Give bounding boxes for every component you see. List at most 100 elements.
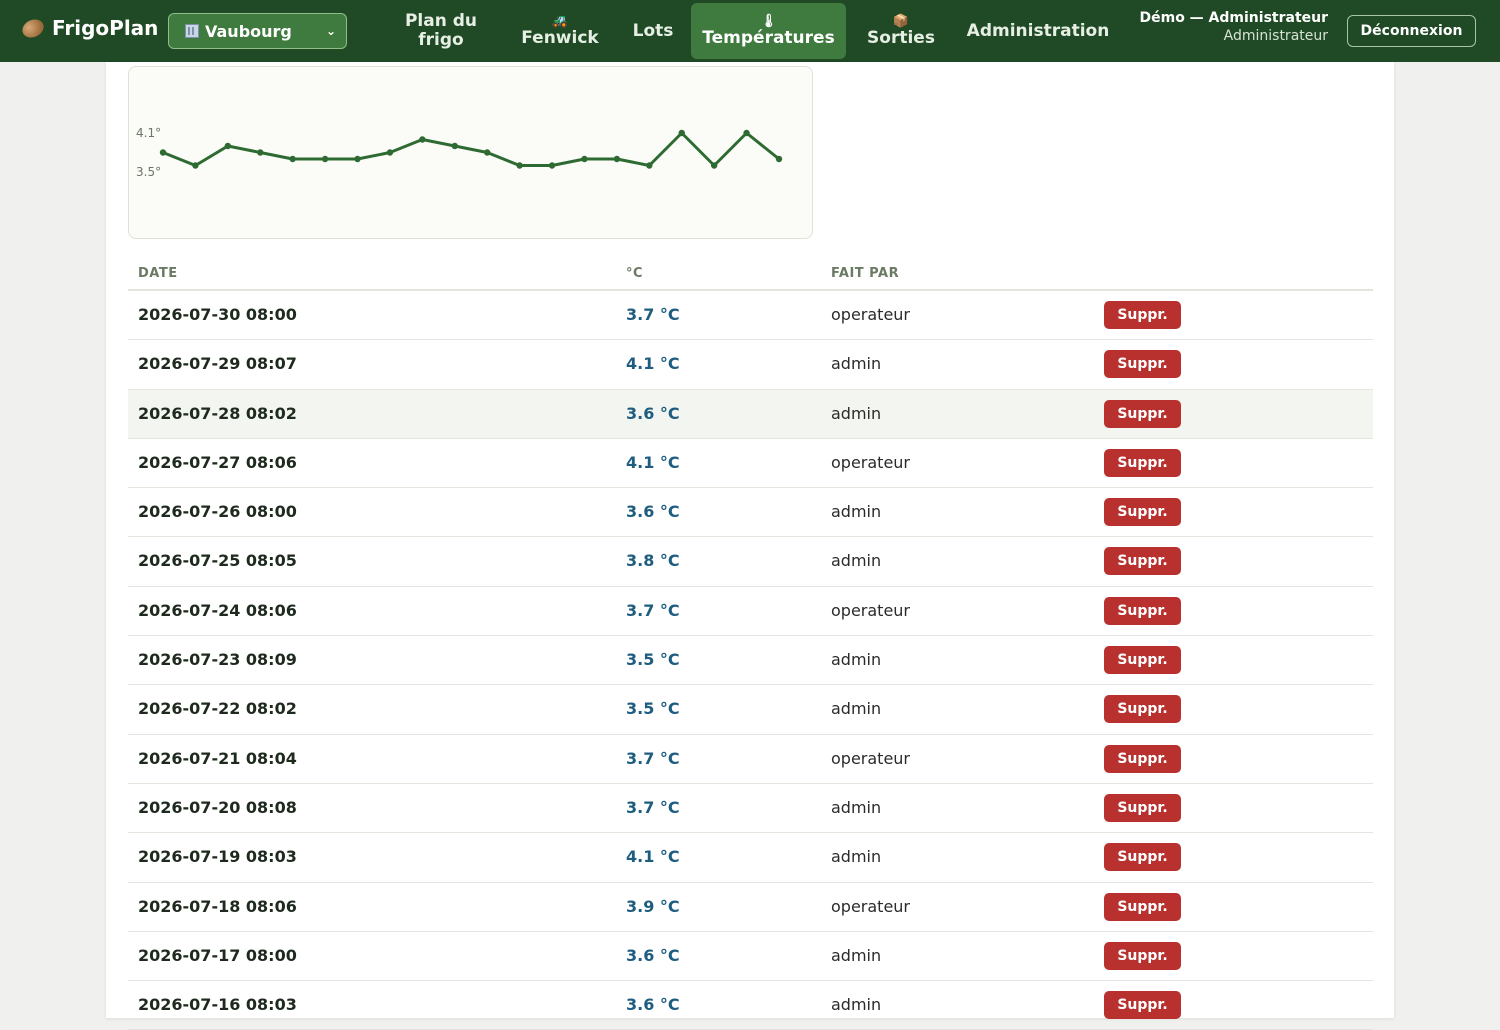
data-point [224,142,232,150]
cell-temperature: 4.1 °C [626,354,680,374]
delete-button[interactable]: Suppr. [1104,547,1181,576]
cell-done-by: operateur [831,305,911,324]
nav-label: Fenwick [521,27,599,48]
nav-plan-du-frigo[interactable]: Plan du frigo [391,3,491,59]
cell-date: 2026-07-27 08:06 [138,452,297,472]
cell-done-by: admin [831,354,882,374]
user-info: Démo — Administrateur Administrateur [1139,10,1328,44]
delete-button[interactable]: Suppr. [1104,793,1181,822]
delete-button[interactable]: Suppr. [1104,744,1181,773]
nav-label: Plan du frigo [404,11,478,50]
cell-date: 2026-07-20 08:08 [138,797,297,817]
app-brand[interactable]: FrigoPlan [19,15,158,41]
delete-button[interactable]: Suppr. [1104,892,1181,921]
logout-button[interactable]: Déconnexion [1347,15,1476,47]
table-row: 2026-07-23 08:09 3.5 °C admin Suppr. [128,636,1373,686]
data-point [484,149,491,156]
nav-label: Sorties [867,27,935,48]
cell-date: 2026-07-28 08:02 [138,403,297,423]
cell-temperature: 3.7 °C [626,797,680,817]
cell-temperature: 3.5 °C [626,650,680,670]
delete-button[interactable]: Suppr. [1104,646,1181,675]
cell-temperature: 3.6 °C [626,945,680,965]
cell-date: 2026-07-18 08:06 [138,896,297,916]
cell-done-by: operateur [831,748,911,768]
delete-button[interactable]: Suppr. [1104,695,1181,724]
nav-sorties[interactable]: 📦 Sorties [858,3,944,59]
data-point [678,129,685,137]
nav-lots[interactable]: Lots [622,3,684,59]
cell-temperature: 4.1 °C [626,452,680,472]
y-tick-label: 3.5° [136,165,161,179]
data-point [289,155,296,163]
delete-button[interactable]: Suppr. [1104,596,1181,625]
delete-button[interactable]: Suppr. [1104,991,1181,1020]
cell-date: 2026-07-22 08:02 [138,699,297,719]
chevron-down-icon: ⌄ [325,24,336,38]
table-row: 2026-07-29 08:07 4.1 °C admin Suppr. [128,340,1373,390]
delete-button[interactable]: Suppr. [1104,498,1181,527]
data-point [646,162,653,169]
cell-temperature: 3.6 °C [626,403,680,423]
cell-done-by: admin [831,551,882,571]
nav-administration[interactable]: Administration [960,3,1116,59]
cell-done-by: operateur [831,600,911,620]
temperature-chart: 4.1° 3.5° [128,66,813,239]
cell-temperature: 4.1 °C [626,847,680,867]
cell-date: 2026-07-30 08:00 [138,305,297,324]
table-row: 2026-07-20 08:08 3.7 °C admin Suppr. [128,784,1373,834]
table-row: 2026-07-26 08:00 3.6 °C admin Suppr. [128,488,1373,538]
data-point [321,155,329,163]
delete-button[interactable]: Suppr. [1104,941,1181,970]
cell-done-by: admin [831,945,882,965]
cell-done-by: operateur [831,452,911,472]
data-point [775,155,783,163]
table-header: DATE °C FAIT PAR [128,263,1373,291]
tractor-icon: 🚜 [551,13,569,29]
delete-button[interactable]: Suppr. [1104,301,1181,329]
cell-done-by: admin [831,797,882,817]
cell-temperature: 3.7 °C [626,600,680,620]
column-header-date: DATE [138,266,178,281]
user-role: Administrateur [1223,28,1328,44]
cell-date: 2026-07-21 08:04 [138,748,297,768]
delete-button[interactable]: Suppr. [1104,350,1181,379]
data-point [710,162,718,169]
cell-date: 2026-07-19 08:03 [138,847,297,867]
delete-button[interactable]: Suppr. [1104,448,1181,477]
delete-button[interactable]: Suppr. [1104,843,1181,872]
cell-temperature: 3.8 °C [626,551,680,571]
cell-date: 2026-07-29 08:07 [138,354,297,374]
nav-temperatures[interactable]: 🌡 Températures [691,3,846,59]
temperature-table-body: 2026-07-30 08:00 3.7 °C operateur Suppr. 202… [128,291,1373,1030]
table-row: 2026-07-18 08:06 3.9 °C operateur Suppr. [128,883,1373,932]
site-select[interactable]: Vaubourg ⌄ [168,13,347,49]
data-point [354,155,361,163]
data-point [613,155,621,163]
building-icon [185,24,199,38]
nav-fenwick[interactable]: 🚜 Fenwick [510,3,610,59]
table-row: 2026-07-24 08:06 3.7 °C operateur Suppr. [128,587,1373,637]
cell-temperature: 3.6 °C [626,502,680,522]
data-point [451,142,458,150]
cell-temperature: 3.5 °C [626,699,680,719]
cell-done-by: admin [831,995,882,1015]
cell-temperature: 3.7 °C [626,748,680,768]
cell-done-by: admin [831,502,882,522]
box-icon: 📦 [892,13,910,29]
data-point [159,149,167,156]
top-navbar: FrigoPlan Vaubourg ⌄ Plan du frigo 🚜 Fen… [0,0,1500,62]
nav-label: Lots [632,20,674,41]
data-point [386,149,394,156]
delete-button[interactable]: Suppr. [1104,399,1181,428]
nav-label: Administration [966,20,1110,41]
table-row: 2026-07-27 08:06 4.1 °C operateur Suppr. [128,439,1373,489]
cell-date: 2026-07-17 08:00 [138,945,297,965]
table-row: 2026-07-30 08:00 3.7 °C operateur Suppr. [128,291,1373,341]
temperature-line-chart: 4.1° 3.5° [136,126,783,179]
cell-temperature: 3.7 °C [626,305,680,324]
cell-temperature: 3.9 °C [626,896,680,916]
table-row: 2026-07-25 08:05 3.8 °C admin Suppr. [128,537,1373,587]
table-row: 2026-07-28 08:02 3.6 °C admin Suppr. [128,389,1373,439]
y-tick-label: 4.1° [136,126,161,140]
